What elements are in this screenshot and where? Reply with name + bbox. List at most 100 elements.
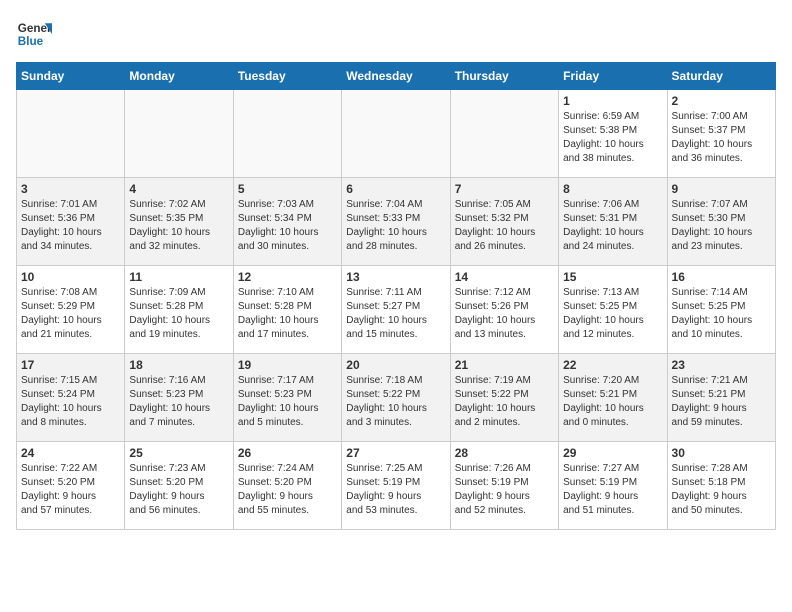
day-number: 3	[21, 182, 120, 196]
day-number: 8	[563, 182, 662, 196]
day-info: Sunrise: 7:06 AM Sunset: 5:31 PM Dayligh…	[563, 198, 662, 254]
calendar-cell: 24 Sunrise: 7:22 AM Sunset: 5:20 PM Dayli…	[17, 442, 125, 530]
day-number: 28	[455, 446, 554, 460]
column-header-friday: Friday	[559, 63, 667, 90]
calendar-cell: 21 Sunrise: 7:19 AM Sunset: 5:22 PM Dayli…	[450, 354, 558, 442]
column-header-saturday: Saturday	[667, 63, 775, 90]
day-info: Sunrise: 7:12 AM Sunset: 5:26 PM Dayligh…	[455, 286, 554, 342]
day-info: Sunrise: 7:04 AM Sunset: 5:33 PM Dayligh…	[346, 198, 445, 254]
day-info: Sunrise: 7:22 AM Sunset: 5:20 PM Dayligh…	[21, 462, 120, 518]
day-number: 26	[238, 446, 337, 460]
day-number: 21	[455, 358, 554, 372]
day-info: Sunrise: 7:07 AM Sunset: 5:30 PM Dayligh…	[672, 198, 771, 254]
calendar-cell: 14 Sunrise: 7:12 AM Sunset: 5:26 PM Dayli…	[450, 266, 558, 354]
calendar-cell: 16 Sunrise: 7:14 AM Sunset: 5:25 PM Dayli…	[667, 266, 775, 354]
week-row-4: 17 Sunrise: 7:15 AM Sunset: 5:24 PM Dayli…	[17, 354, 776, 442]
week-row-3: 10 Sunrise: 7:08 AM Sunset: 5:29 PM Dayli…	[17, 266, 776, 354]
week-row-2: 3Sunrise: 7:01 AM Sunset: 5:36 PM Daylig…	[17, 178, 776, 266]
calendar-cell	[342, 90, 450, 178]
calendar-cell: 13 Sunrise: 7:11 AM Sunset: 5:27 PM Dayli…	[342, 266, 450, 354]
day-number: 24	[21, 446, 120, 460]
calendar-cell: 2 Sunrise: 7:00 AM Sunset: 5:37 PM Daylig…	[667, 90, 775, 178]
calendar-table: SundayMondayTuesdayWednesdayThursdayFrid…	[16, 62, 776, 530]
day-info: Sunrise: 7:11 AM Sunset: 5:27 PM Dayligh…	[346, 286, 445, 342]
calendar-cell: 17 Sunrise: 7:15 AM Sunset: 5:24 PM Dayli…	[17, 354, 125, 442]
day-number: 19	[238, 358, 337, 372]
calendar-cell	[450, 90, 558, 178]
column-header-tuesday: Tuesday	[233, 63, 341, 90]
day-info: Sunrise: 7:19 AM Sunset: 5:22 PM Dayligh…	[455, 374, 554, 430]
day-number: 25	[129, 446, 228, 460]
calendar-cell: 28 Sunrise: 7:26 AM Sunset: 5:19 PM Dayli…	[450, 442, 558, 530]
day-number: 7	[455, 182, 554, 196]
calendar-cell: 22Sunrise: 7:20 AM Sunset: 5:21 PM Dayli…	[559, 354, 667, 442]
day-info: Sunrise: 7:03 AM Sunset: 5:34 PM Dayligh…	[238, 198, 337, 254]
calendar-cell: 26 Sunrise: 7:24 AM Sunset: 5:20 PM Dayli…	[233, 442, 341, 530]
day-number: 9	[672, 182, 771, 196]
calendar-cell: 12 Sunrise: 7:10 AM Sunset: 5:28 PM Dayli…	[233, 266, 341, 354]
week-row-5: 24 Sunrise: 7:22 AM Sunset: 5:20 PM Dayli…	[17, 442, 776, 530]
day-info: Sunrise: 7:23 AM Sunset: 5:20 PM Dayligh…	[129, 462, 228, 518]
calendar-cell: 6Sunrise: 7:04 AM Sunset: 5:33 PM Daylig…	[342, 178, 450, 266]
day-info: Sunrise: 7:14 AM Sunset: 5:25 PM Dayligh…	[672, 286, 771, 342]
day-number: 16	[672, 270, 771, 284]
column-header-sunday: Sunday	[17, 63, 125, 90]
day-number: 1	[563, 94, 662, 108]
calendar-cell: 5Sunrise: 7:03 AM Sunset: 5:34 PM Daylig…	[233, 178, 341, 266]
calendar-cell: 23Sunrise: 7:21 AM Sunset: 5:21 PM Dayli…	[667, 354, 775, 442]
day-info: Sunrise: 7:17 AM Sunset: 5:23 PM Dayligh…	[238, 374, 337, 430]
calendar-cell: 1 Sunrise: 6:59 AM Sunset: 5:38 PM Daylig…	[559, 90, 667, 178]
calendar-cell	[233, 90, 341, 178]
day-info: Sunrise: 7:09 AM Sunset: 5:28 PM Dayligh…	[129, 286, 228, 342]
calendar-cell: 7 Sunrise: 7:05 AM Sunset: 5:32 PM Daylig…	[450, 178, 558, 266]
day-number: 30	[672, 446, 771, 460]
day-number: 4	[129, 182, 228, 196]
day-info: Sunrise: 7:10 AM Sunset: 5:28 PM Dayligh…	[238, 286, 337, 342]
day-info: Sunrise: 7:26 AM Sunset: 5:19 PM Dayligh…	[455, 462, 554, 518]
logo-icon: General Blue	[16, 16, 52, 52]
day-info: Sunrise: 7:27 AM Sunset: 5:19 PM Dayligh…	[563, 462, 662, 518]
calendar-cell: 19 Sunrise: 7:17 AM Sunset: 5:23 PM Dayli…	[233, 354, 341, 442]
day-number: 10	[21, 270, 120, 284]
week-row-1: 1 Sunrise: 6:59 AM Sunset: 5:38 PM Daylig…	[17, 90, 776, 178]
day-info: Sunrise: 7:28 AM Sunset: 5:18 PM Dayligh…	[672, 462, 771, 518]
day-info: Sunrise: 6:59 AM Sunset: 5:38 PM Dayligh…	[563, 110, 662, 166]
day-info: Sunrise: 7:00 AM Sunset: 5:37 PM Dayligh…	[672, 110, 771, 166]
day-info: Sunrise: 7:16 AM Sunset: 5:23 PM Dayligh…	[129, 374, 228, 430]
calendar-cell: 20 Sunrise: 7:18 AM Sunset: 5:22 PM Dayli…	[342, 354, 450, 442]
day-number: 20	[346, 358, 445, 372]
calendar-cell: 11 Sunrise: 7:09 AM Sunset: 5:28 PM Dayli…	[125, 266, 233, 354]
day-number: 29	[563, 446, 662, 460]
day-number: 27	[346, 446, 445, 460]
calendar-cell: 18Sunrise: 7:16 AM Sunset: 5:23 PM Dayli…	[125, 354, 233, 442]
svg-text:Blue: Blue	[18, 35, 44, 48]
column-header-thursday: Thursday	[450, 63, 558, 90]
day-number: 13	[346, 270, 445, 284]
calendar-cell	[125, 90, 233, 178]
day-number: 15	[563, 270, 662, 284]
column-header-wednesday: Wednesday	[342, 63, 450, 90]
header-row: SundayMondayTuesdayWednesdayThursdayFrid…	[17, 63, 776, 90]
calendar-cell: 30 Sunrise: 7:28 AM Sunset: 5:18 PM Dayli…	[667, 442, 775, 530]
day-info: Sunrise: 7:20 AM Sunset: 5:21 PM Dayligh…	[563, 374, 662, 430]
calendar-cell: 4 Sunrise: 7:02 AM Sunset: 5:35 PM Daylig…	[125, 178, 233, 266]
day-info: Sunrise: 7:24 AM Sunset: 5:20 PM Dayligh…	[238, 462, 337, 518]
calendar-cell: 29 Sunrise: 7:27 AM Sunset: 5:19 PM Dayli…	[559, 442, 667, 530]
day-info: Sunrise: 7:13 AM Sunset: 5:25 PM Dayligh…	[563, 286, 662, 342]
calendar-cell: 8 Sunrise: 7:06 AM Sunset: 5:31 PM Daylig…	[559, 178, 667, 266]
day-number: 17	[21, 358, 120, 372]
day-number: 11	[129, 270, 228, 284]
calendar-cell	[17, 90, 125, 178]
day-info: Sunrise: 7:25 AM Sunset: 5:19 PM Dayligh…	[346, 462, 445, 518]
day-number: 12	[238, 270, 337, 284]
day-info: Sunrise: 7:18 AM Sunset: 5:22 PM Dayligh…	[346, 374, 445, 430]
day-info: Sunrise: 7:15 AM Sunset: 5:24 PM Dayligh…	[21, 374, 120, 430]
day-number: 14	[455, 270, 554, 284]
calendar-cell: 27 Sunrise: 7:25 AM Sunset: 5:19 PM Dayli…	[342, 442, 450, 530]
day-info: Sunrise: 7:02 AM Sunset: 5:35 PM Dayligh…	[129, 198, 228, 254]
day-info: Sunrise: 7:08 AM Sunset: 5:29 PM Dayligh…	[21, 286, 120, 342]
day-info: Sunrise: 7:05 AM Sunset: 5:32 PM Dayligh…	[455, 198, 554, 254]
page-header: General Blue	[16, 16, 776, 52]
day-number: 2	[672, 94, 771, 108]
day-number: 23	[672, 358, 771, 372]
